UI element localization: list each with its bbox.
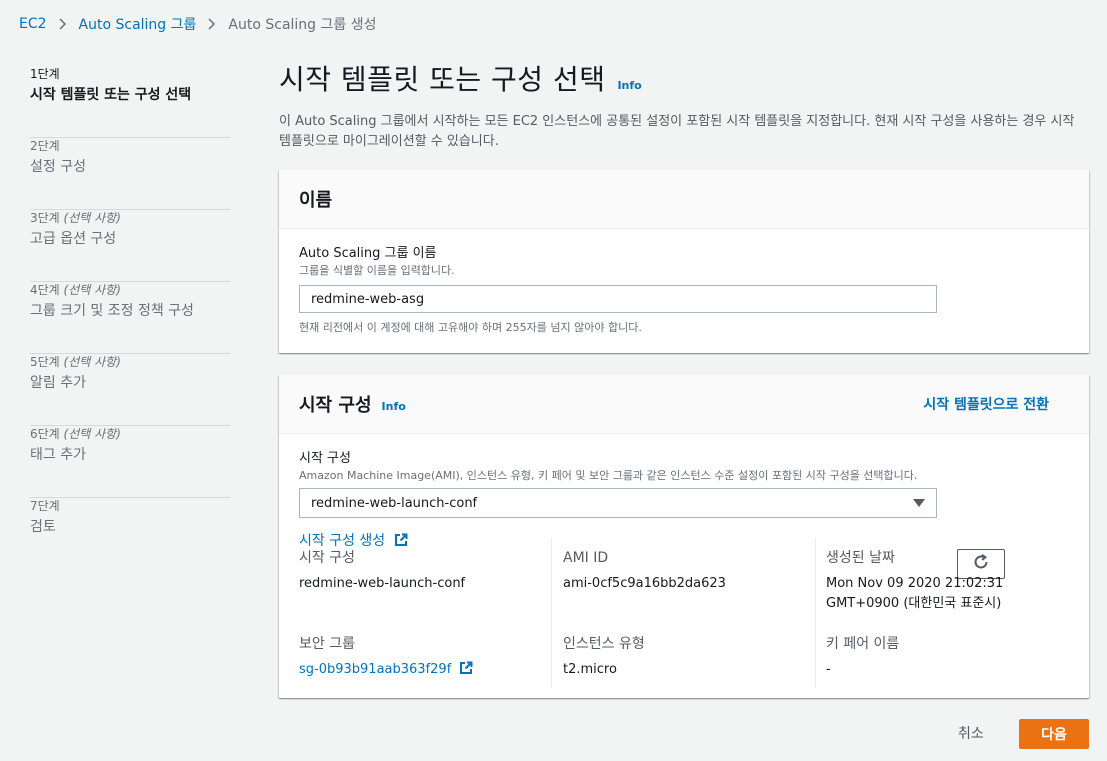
details-col-2: AMI ID ami-0cf5c9a16bb2da623 인스턴스 유형 t2.…: [563, 548, 813, 698]
page-description: 이 Auto Scaling 그룹에서 시작하는 모든 EC2 인스턴스에 공통…: [279, 114, 1075, 149]
column-divider: [815, 538, 816, 688]
step-number: 3단계 (선택 사항): [30, 211, 121, 225]
info-link[interactable]: Info: [382, 400, 406, 413]
name-panel: 이름 Auto Scaling 그룹 이름 그룹을 식별할 이름을 입력합니다.…: [279, 170, 1089, 353]
external-link-icon[interactable]: [459, 661, 473, 682]
launch-config-label: 시작 구성: [299, 451, 351, 466]
detail-label: 키 페어 이름: [826, 636, 900, 652]
step-title: 검토: [30, 519, 56, 535]
breadcrumb: EC2 Auto Scaling 그룹 Auto Scaling 그룹 생성: [19, 14, 376, 34]
asg-name-input[interactable]: redmine-web-asg: [299, 285, 937, 313]
detail-label: 인스턴스 유형: [563, 636, 645, 652]
details-col-3: 생성된 날짜 Mon Nov 09 2020 21:02:31 GMT+0900…: [826, 548, 1069, 698]
next-button[interactable]: 다음: [1019, 719, 1089, 749]
step-number: 1단계: [30, 67, 60, 81]
step-4: 4단계 (선택 사항) 그룹 크기 및 조정 정책 구성: [30, 282, 230, 354]
breadcrumb-auto-scaling-groups[interactable]: Auto Scaling 그룹: [79, 14, 197, 34]
asg-name-constraint: 현재 리전에서 이 계정에 대해 고유해야 하며 255자를 넘지 않아야 합니…: [299, 321, 642, 334]
detail-label: AMI ID: [563, 550, 609, 566]
step-title: 알림 추가: [30, 375, 86, 391]
detail-label: 보안 그룹: [299, 636, 355, 652]
step-title: 그룹 크기 및 조정 정책 구성: [30, 303, 194, 319]
launch-config-selected: redmine-web-launch-conf: [311, 495, 478, 511]
launch-config-panel: 시작 구성 Info 시작 템플릿으로 전환 시작 구성 Amazon Mach…: [279, 375, 1089, 698]
step-5: 5단계 (선택 사항) 알림 추가: [30, 354, 230, 426]
step-optional: (선택 사항): [63, 211, 121, 225]
asg-name-label: Auto Scaling 그룹 이름: [299, 246, 437, 261]
detail-label: 시작 구성: [299, 550, 355, 566]
detail-label: 생성된 날짜: [826, 550, 895, 566]
detail-value: ami-0cf5c9a16bb2da623: [563, 576, 726, 591]
info-link[interactable]: Info: [617, 79, 641, 92]
breadcrumb-current: Auto Scaling 그룹 생성: [228, 17, 377, 33]
breadcrumb-ec2[interactable]: EC2: [19, 16, 47, 32]
detail-value: Mon Nov 09 2020 21:02:31: [826, 576, 1004, 591]
chevron-right-icon: [59, 18, 67, 30]
launch-config-details: 시작 구성 redmine-web-launch-conf 보안 그룹 sg-0…: [299, 538, 1069, 698]
step-title: 고급 옵션 구성: [30, 231, 117, 247]
step-number: 6단계 (선택 사항): [30, 427, 121, 441]
chevron-right-icon: [208, 18, 216, 30]
step-number: 5단계 (선택 사항): [30, 355, 121, 369]
detail-value: redmine-web-launch-conf: [299, 576, 466, 591]
main-content: 시작 템플릿 또는 구성 선택 Info 이 Auto Scaling 그룹에서…: [279, 60, 1089, 698]
detail-value: sg-0b93b91aab363f29f: [299, 660, 549, 682]
caret-down-icon: [913, 499, 925, 507]
page-title: 시작 템플릿 또는 구성 선택 Info: [279, 60, 1089, 100]
launch-config-select[interactable]: redmine-web-launch-conf: [299, 488, 937, 518]
cancel-button[interactable]: 취소: [958, 723, 984, 743]
step-1[interactable]: 1단계 시작 템플릿 또는 구성 선택: [30, 66, 230, 138]
step-optional: (선택 사항): [63, 355, 121, 369]
step-title: 설정 구성: [30, 159, 86, 175]
step-title: 태그 추가: [30, 447, 86, 463]
name-panel-header: 이름: [279, 170, 1089, 229]
step-2: 2단계 설정 구성: [30, 138, 230, 210]
wizard-steps: 1단계 시작 템플릿 또는 구성 선택 2단계 설정 구성 3단계 (선택 사항…: [30, 66, 230, 570]
step-optional: (선택 사항): [63, 427, 121, 441]
step-6: 6단계 (선택 사항) 태그 추가: [30, 426, 230, 498]
name-panel-title: 이름: [299, 190, 333, 211]
step-title: 시작 템플릿 또는 구성 선택: [30, 87, 192, 103]
detail-value: -: [826, 662, 831, 677]
launch-config-panel-header: 시작 구성 Info 시작 템플릿으로 전환: [279, 375, 1089, 434]
switch-to-template-link[interactable]: 시작 템플릿으로 전환: [923, 394, 1049, 414]
step-number: 7단계: [30, 499, 60, 513]
detail-value: t2.micro: [563, 662, 617, 677]
launch-config-panel-title: 시작 구성: [299, 395, 372, 416]
detail-value: GMT+0900 (대한민국 표준시): [826, 596, 1002, 611]
details-col-1: 시작 구성 redmine-web-launch-conf 보안 그룹 sg-0…: [299, 548, 549, 698]
launch-config-hint: Amazon Machine Image(AMI), 인스턴스 유형, 키 페어…: [299, 469, 918, 482]
step-number: 4단계 (선택 사항): [30, 283, 121, 297]
asg-name-hint: 그룹을 식별할 이름을 입력합니다.: [299, 264, 455, 277]
column-divider: [551, 538, 552, 688]
step-3: 3단계 (선택 사항) 고급 옵션 구성: [30, 210, 230, 282]
step-7: 7단계 검토: [30, 498, 230, 570]
page-heading: 시작 템플릿 또는 구성 선택: [279, 63, 606, 96]
create-launch-config-link[interactable]: 시작 구성 생성: [299, 533, 385, 549]
step-optional: (선택 사항): [63, 283, 121, 297]
step-number: 2단계: [30, 139, 60, 153]
security-group-link[interactable]: sg-0b93b91aab363f29f: [299, 662, 451, 677]
